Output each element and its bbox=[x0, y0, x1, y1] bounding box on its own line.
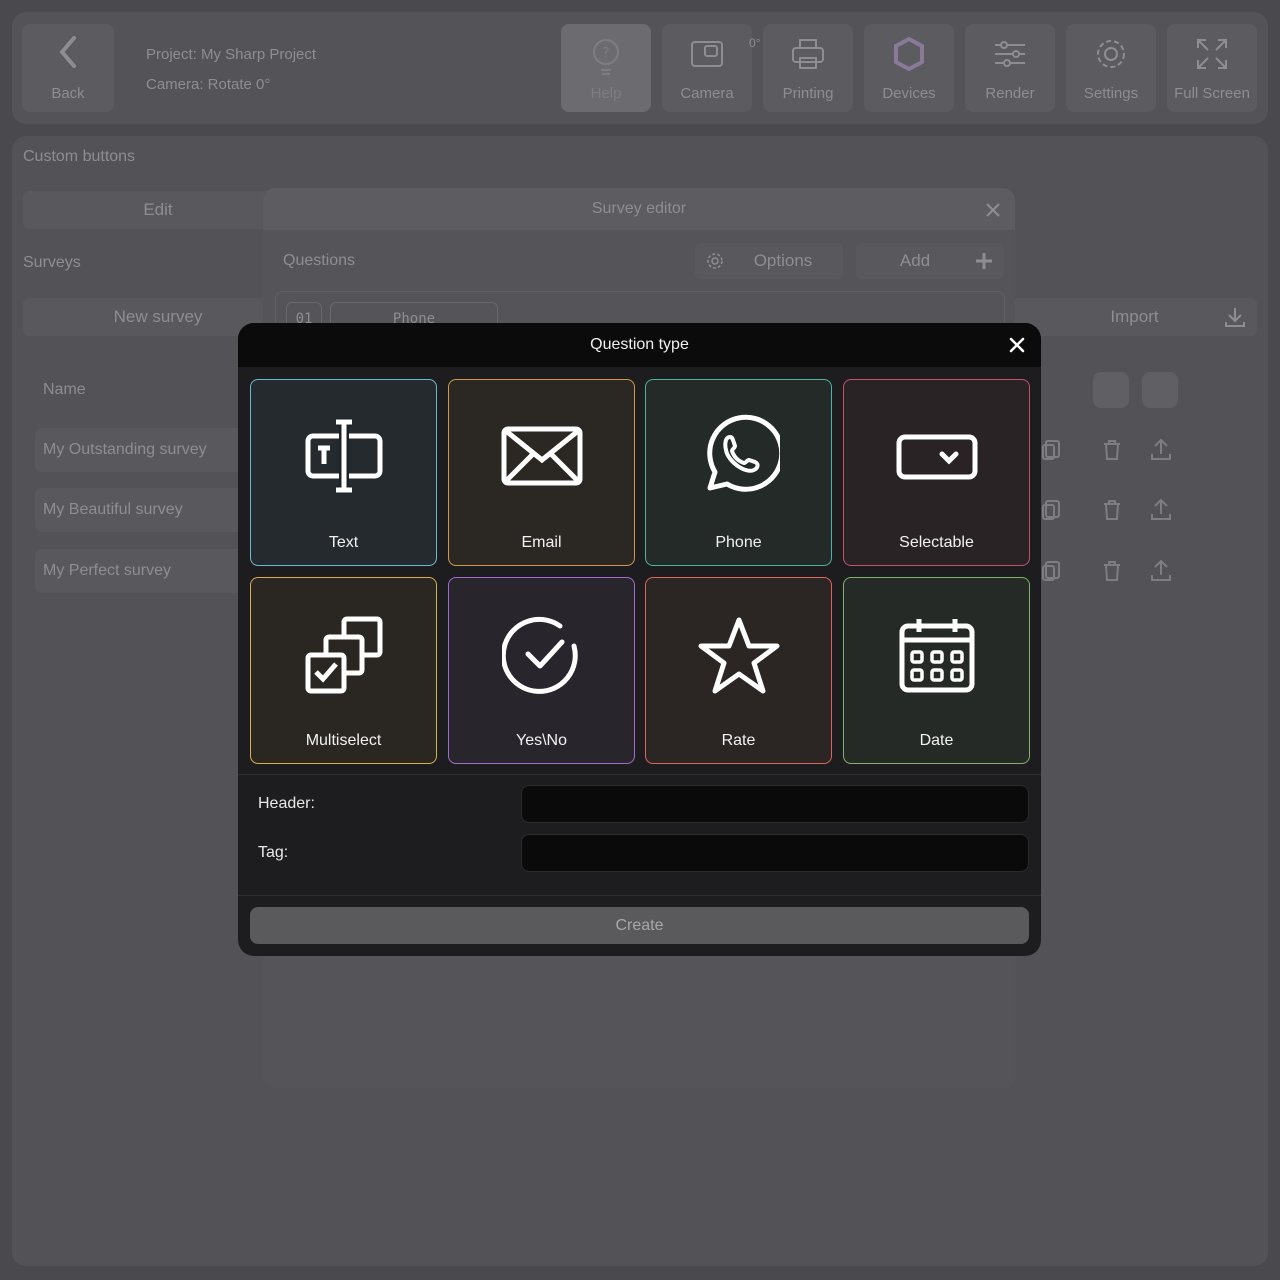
survey-row[interactable]: My Perfect survey bbox=[35, 549, 265, 593]
project-name: Project: My Sharp Project bbox=[146, 46, 317, 63]
edit-button[interactable]: Edit bbox=[23, 191, 293, 229]
divider bbox=[238, 774, 1041, 775]
render-button[interactable]: Render bbox=[965, 24, 1055, 112]
camera-label: Camera bbox=[680, 85, 734, 102]
options-label: Options bbox=[753, 251, 813, 270]
modal-title: Question type bbox=[590, 336, 689, 353]
devices-button[interactable]: Devices bbox=[864, 24, 954, 112]
upload-icon[interactable] bbox=[1149, 498, 1173, 522]
type-tile-phone[interactable]: Phone bbox=[645, 379, 832, 566]
type-tile-email[interactable]: Email bbox=[448, 379, 635, 566]
camera-rotation: Camera: Rotate 0° bbox=[146, 76, 271, 93]
type-label: Phone bbox=[715, 534, 762, 551]
plus-icon bbox=[976, 253, 992, 269]
close-icon[interactable] bbox=[985, 202, 1001, 218]
modal-header: Question type bbox=[238, 323, 1041, 367]
copy-icon[interactable] bbox=[1040, 498, 1064, 522]
copy-icon[interactable] bbox=[1040, 559, 1064, 583]
type-label: Email bbox=[521, 534, 562, 551]
type-label: Rate bbox=[721, 732, 756, 749]
upload-icon[interactable] bbox=[1149, 559, 1173, 583]
delete-all-icon[interactable] bbox=[1093, 372, 1129, 408]
type-label: Selectable bbox=[899, 534, 974, 551]
import-button[interactable]: Import bbox=[1012, 298, 1257, 336]
divider bbox=[238, 895, 1041, 896]
help-label: Help bbox=[590, 85, 622, 102]
type-tile-date[interactable]: Date bbox=[843, 577, 1030, 764]
expand-icon bbox=[1197, 39, 1227, 69]
type-label: Text bbox=[328, 534, 359, 551]
dropdown-select-icon bbox=[896, 434, 977, 480]
header-input[interactable] bbox=[521, 785, 1029, 823]
settings-button[interactable]: Settings bbox=[1066, 24, 1156, 112]
printer-icon bbox=[792, 39, 824, 69]
multiselect-icon bbox=[305, 616, 382, 694]
table-header-name: Name bbox=[43, 381, 86, 398]
sliders-icon bbox=[995, 41, 1025, 67]
import-label: Import bbox=[1110, 307, 1159, 326]
trash-icon[interactable] bbox=[1100, 438, 1124, 462]
printing-label: Printing bbox=[782, 85, 834, 102]
whatsapp-phone-icon bbox=[706, 414, 780, 492]
help-bulb-icon: ? bbox=[593, 39, 619, 75]
trash-icon[interactable] bbox=[1100, 559, 1124, 583]
questions-heading: Questions bbox=[283, 252, 356, 269]
back-button[interactable]: Back bbox=[22, 24, 114, 112]
export-all-icon[interactable] bbox=[1142, 372, 1178, 408]
custom-buttons-heading: Custom buttons bbox=[23, 148, 136, 165]
type-label: Date bbox=[919, 732, 954, 749]
camera-angle-badge: 0° bbox=[749, 36, 761, 50]
fullscreen-label: Full Screen bbox=[1174, 85, 1250, 102]
type-tile-multiselect[interactable]: Multiselect bbox=[250, 577, 437, 764]
devices-label: Devices bbox=[882, 85, 936, 102]
camera-button[interactable]: Camera bbox=[662, 24, 752, 112]
type-tile-text[interactable]: Text bbox=[250, 379, 437, 566]
chevron-left-icon bbox=[59, 36, 76, 68]
type-tile-yes-no[interactable]: Yes\No bbox=[448, 577, 635, 764]
tag-input[interactable] bbox=[521, 834, 1029, 872]
type-label: Yes\No bbox=[516, 732, 567, 749]
type-tile-rate[interactable]: Rate bbox=[645, 577, 832, 764]
camera-icon bbox=[691, 41, 723, 67]
header-label: Header: bbox=[258, 795, 315, 812]
surveys-heading: Surveys bbox=[23, 254, 81, 271]
survey-row[interactable]: My Beautiful survey bbox=[35, 488, 265, 532]
svg-text:?: ? bbox=[603, 46, 610, 61]
gear-icon bbox=[1097, 40, 1125, 68]
envelope-icon bbox=[501, 426, 582, 486]
devices-hexagon-icon bbox=[894, 36, 924, 72]
question-type-modal: Question type Text Email Phone Selectabl… bbox=[238, 323, 1041, 956]
type-tile-selectable[interactable]: Selectable bbox=[843, 379, 1030, 566]
settings-label: Settings bbox=[1083, 85, 1139, 102]
trash-icon[interactable] bbox=[1100, 498, 1124, 522]
printing-button[interactable]: Printing bbox=[763, 24, 853, 112]
close-icon[interactable] bbox=[1005, 333, 1029, 357]
download-icon bbox=[1225, 308, 1245, 327]
upload-icon[interactable] bbox=[1149, 438, 1173, 462]
add-label: Add bbox=[899, 251, 931, 270]
top-toolbar: Back Project: My Sharp Project Camera: R… bbox=[12, 12, 1268, 124]
text-field-icon bbox=[305, 418, 382, 494]
survey-row[interactable]: My Outstanding survey bbox=[35, 428, 265, 472]
copy-icon[interactable] bbox=[1040, 438, 1064, 462]
check-circle-icon bbox=[501, 617, 578, 694]
type-label: Multiselect bbox=[305, 732, 382, 749]
calendar-icon bbox=[899, 619, 974, 693]
star-icon bbox=[698, 617, 779, 694]
render-label: Render bbox=[985, 85, 1035, 102]
survey-editor-title: Survey editor bbox=[263, 188, 1015, 230]
back-label: Back bbox=[51, 85, 85, 102]
create-button[interactable]: Create bbox=[250, 907, 1029, 944]
project-info: Project: My Sharp Project Camera: Rotate… bbox=[146, 40, 316, 100]
fullscreen-button[interactable]: Full Screen bbox=[1167, 24, 1257, 112]
gear-icon bbox=[707, 253, 723, 269]
help-button[interactable]: ? Help bbox=[561, 24, 651, 112]
add-question-button[interactable]: Add bbox=[856, 243, 1004, 279]
options-button[interactable]: Options bbox=[695, 243, 843, 279]
tag-label: Tag: bbox=[258, 844, 289, 861]
